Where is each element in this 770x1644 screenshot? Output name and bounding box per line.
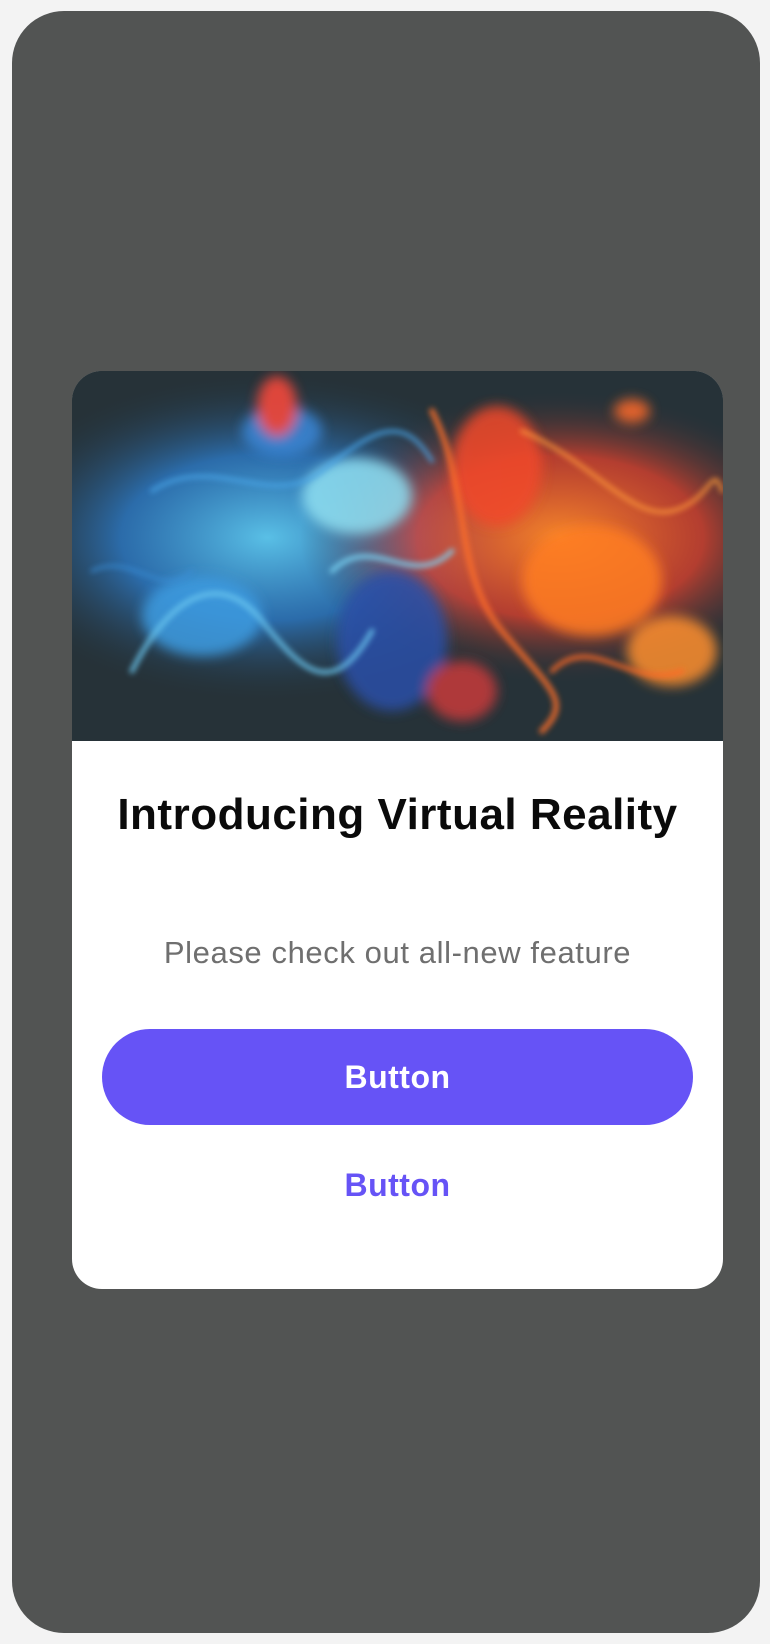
abstract-ink-smoke-image bbox=[72, 371, 723, 741]
modal-title: Introducing Virtual Reality bbox=[117, 790, 678, 839]
modal-subtitle: Please check out all-new feature bbox=[163, 935, 632, 970]
primary-button[interactable]: Button bbox=[102, 1029, 693, 1125]
feature-announcement-modal: Introducing Virtual Reality Please check… bbox=[72, 371, 723, 1289]
screen-overlay: Introducing Virtual Reality Please check… bbox=[12, 11, 760, 1633]
secondary-button[interactable]: Button bbox=[102, 1143, 693, 1227]
hero-image bbox=[72, 371, 723, 741]
